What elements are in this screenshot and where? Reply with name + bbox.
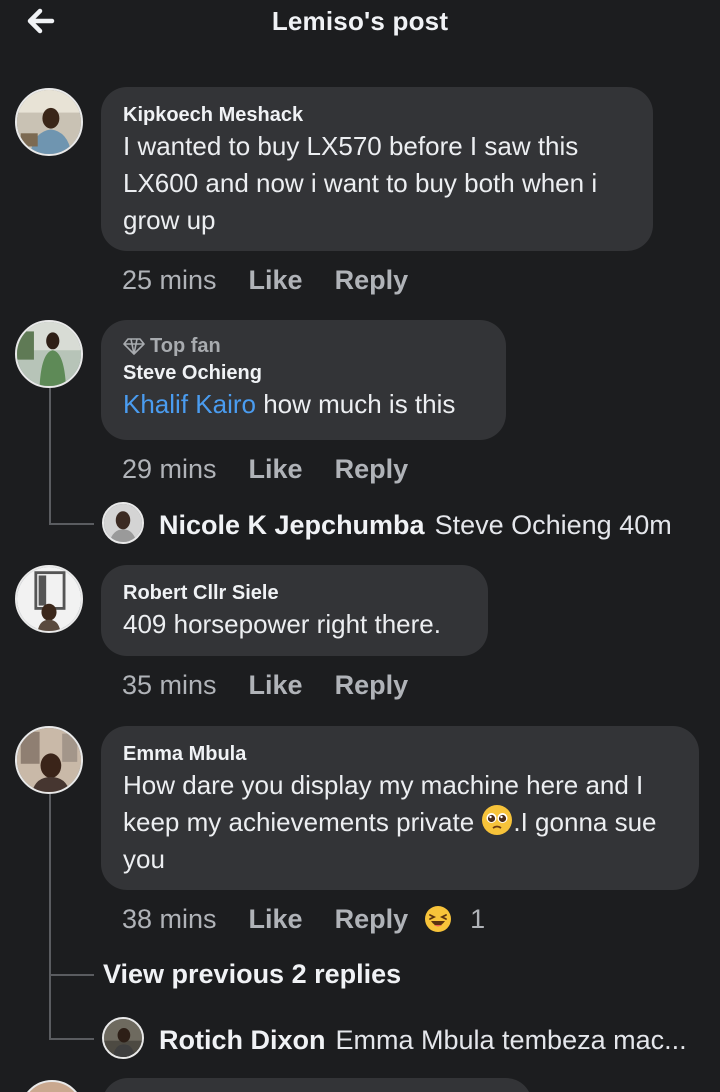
thread-line [49,388,51,525]
like-button[interactable]: Like [249,265,303,296]
profile-photo [104,504,142,542]
avatar[interactable] [20,1080,84,1092]
comment-text: 409 horsepower right there. [123,609,441,639]
profile-photo [104,1019,142,1057]
comment-author[interactable]: Emma Mbula [123,742,677,766]
reply-button[interactable]: Reply [335,454,409,485]
reply-button[interactable]: Reply [335,265,409,296]
comment-author[interactable]: Steve Ochieng [123,361,484,385]
header: Lemiso's post [0,0,720,44]
comment-actions: 35 mins Like Reply [122,667,408,703]
pleading-face-emoji [482,805,513,835]
reply-button[interactable]: Reply [335,904,409,935]
reaction-count: 1 [470,903,486,934]
laughing-face-icon[interactable] [424,905,452,933]
comment-timestamp: 25 mins [122,264,217,295]
comment-timestamp: 38 mins [122,903,217,934]
thread-connector [49,523,94,525]
comment-text: How dare you display my machine here and… [123,767,677,878]
reply-preview[interactable]: Nicole K Jepchumba Steve Ochieng 40m [145,503,672,547]
reply-button[interactable]: Reply [335,670,409,701]
page-title: Lemiso's post [271,6,449,36]
reply-preview[interactable]: Rotich Dixon Emma Mbula tembeza mac... [145,1018,687,1062]
comment-bubble[interactable] [102,1078,532,1092]
comments-page: Lemiso's post Kipkoech Meshack I wanted … [0,0,720,1092]
thread-line [49,794,51,1040]
like-button[interactable]: Like [249,904,303,935]
comment-actions: 25 mins Like Reply [122,262,408,298]
reply-avatar[interactable] [102,502,144,544]
comment-bubble[interactable]: Robert Cllr Siele 409 horsepower right t… [101,565,488,656]
avatar[interactable] [15,726,83,794]
thread-connector [49,1038,94,1040]
avatar[interactable] [15,565,83,633]
comment-bubble[interactable]: Top fan Steve Ochieng Khalif Kairo how m… [101,320,506,440]
thread-connector [49,974,94,976]
reply-snippet: Steve Ochieng 40m [434,509,672,540]
comment-text: Khalif Kairo how much is this [123,386,484,423]
view-previous-replies-link[interactable]: View previous 2 replies [103,959,401,990]
profile-photo [17,728,81,792]
comment-timestamp: 29 mins [122,453,217,484]
reply-avatar[interactable] [102,1017,144,1059]
avatar[interactable] [15,88,83,156]
avatar[interactable] [15,320,83,388]
reply-author[interactable]: Nicole K Jepchumba [159,510,425,541]
comment-bubble[interactable]: Emma Mbula How dare you display my machi… [101,726,699,890]
like-button[interactable]: Like [249,454,303,485]
comment-bubble[interactable]: Kipkoech Meshack I wanted to buy LX570 b… [101,87,653,251]
top-fan-badge: Top fan [123,334,484,358]
reply-snippet: Emma Mbula tembeza mac... [335,1024,687,1055]
comment-text: I wanted to buy LX570 before I saw this … [123,131,598,235]
comment-author[interactable]: Robert Cllr Siele [123,581,466,605]
comment-actions: 29 mins Like Reply [122,451,408,487]
reply-author[interactable]: Rotich Dixon [159,1025,326,1056]
profile-photo [17,90,81,154]
comment-author[interactable]: Kipkoech Meshack [123,103,631,127]
profile-photo [17,567,81,631]
comment-text-rest: how much is this [255,389,456,419]
badge-label: Top fan [150,335,221,357]
comment-actions: 38 mins Like Reply 1 [122,901,485,937]
mention-link[interactable]: Khalif Kairo [123,389,256,419]
diamond-icon [123,338,145,355]
like-button[interactable]: Like [249,670,303,701]
profile-photo [17,322,81,386]
comment-timestamp: 35 mins [122,669,217,700]
